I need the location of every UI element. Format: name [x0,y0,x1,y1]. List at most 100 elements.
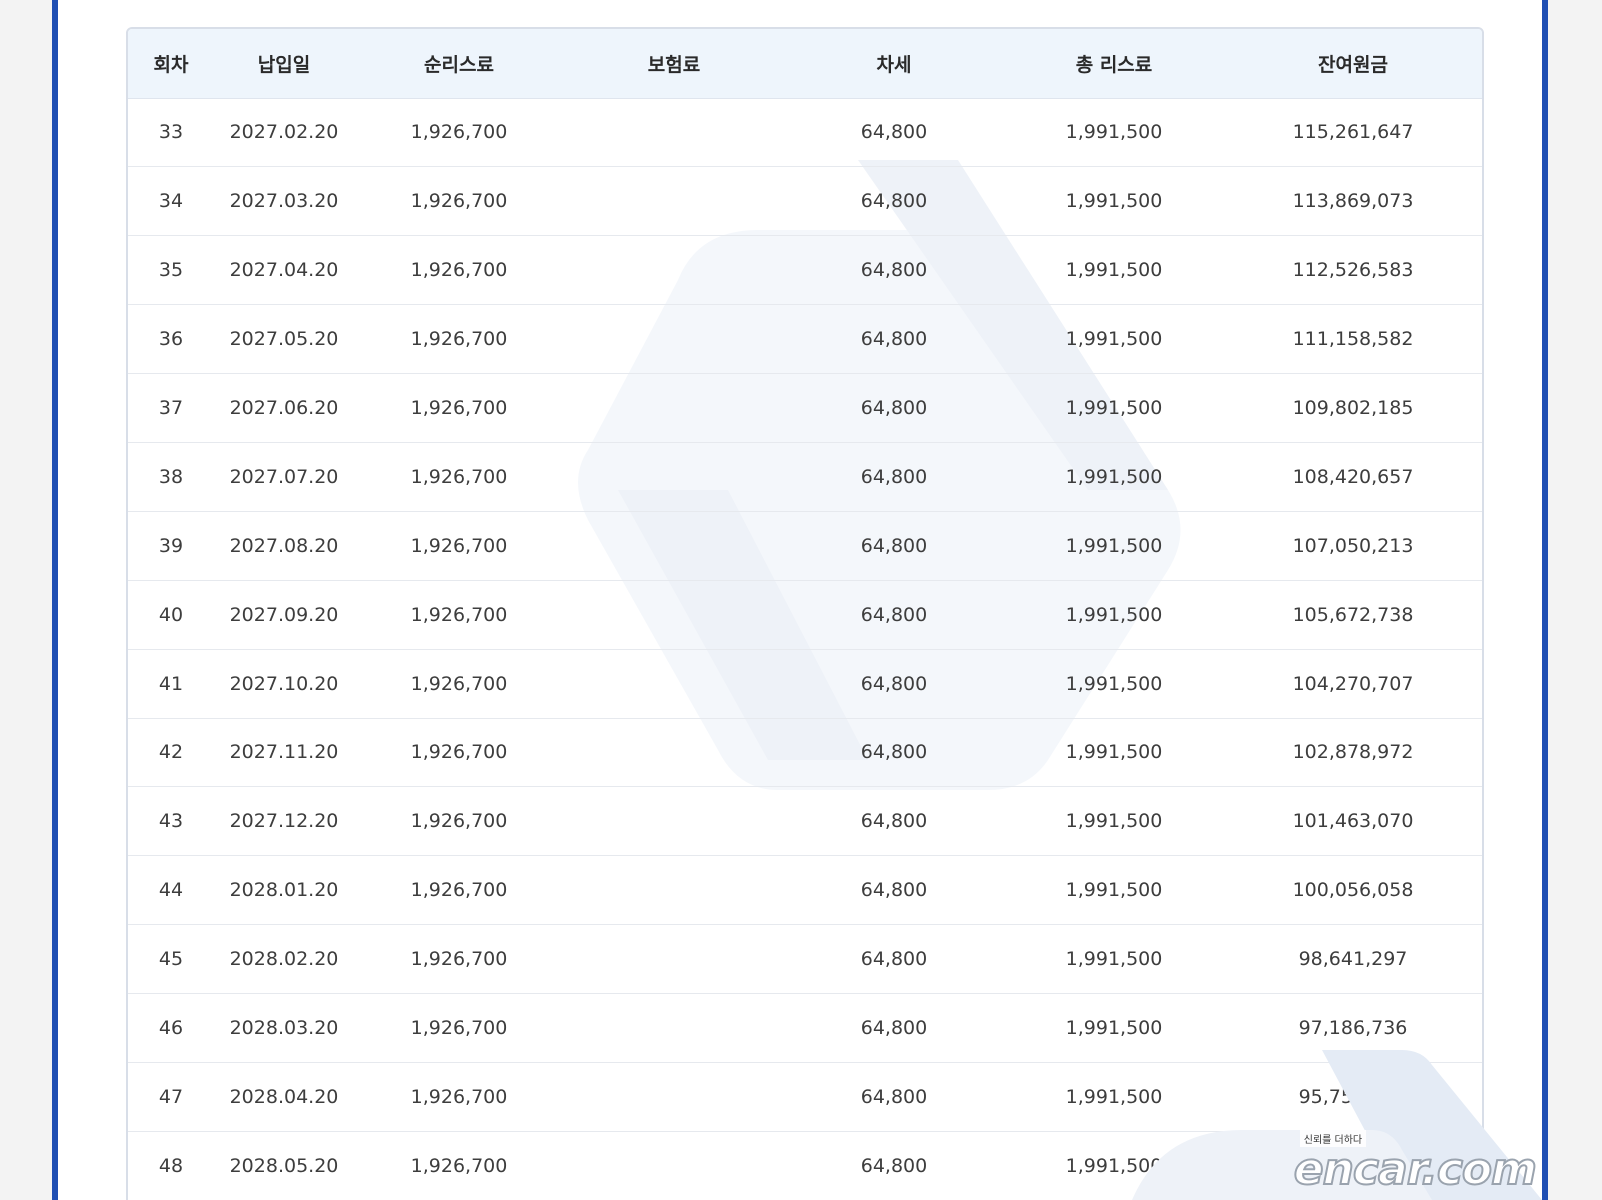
cell-net-lease-fee: 1,926,700 [354,373,564,443]
cell-net-lease-fee: 1,926,700 [354,649,564,719]
table-row: 46 2028.03.20 1,926,700 64,800 1,991,500 97,1… [128,993,1482,1063]
cell-remaining-principal: 115,261,647 [1224,98,1482,168]
cell-net-lease-fee: 1,926,700 [354,304,564,375]
header-net-lease-fee: 순리스료 [354,29,564,99]
cell-installment: 41 [128,649,214,719]
cell-insurance [564,718,784,788]
cell-insurance [564,649,784,719]
cell-payment-date: 2027.09.20 [214,580,354,650]
cell-payment-date: 2028.02.20 [214,924,354,995]
cell-payment-date: 2027.05.20 [214,304,354,375]
cell-vehicle-tax: 64,800 [784,98,1004,168]
header-payment-date: 납입일 [214,29,354,99]
cell-remaining-principal: 111,158,582 [1224,304,1482,375]
cell-remaining-principal: 108,420,657 [1224,442,1482,512]
table-row: 37 2027.06.20 1,926,700 64,800 1,991,500 109,… [128,373,1482,443]
cell-vehicle-tax: 64,800 [784,442,1004,512]
table-row: 38 2027.07.20 1,926,700 64,800 1,991,500 108,… [128,442,1482,512]
cell-payment-date: 2027.07.20 [214,442,354,512]
cell-installment: 42 [128,718,214,788]
cell-total-lease-fee: 1,991,500 [1004,993,1224,1063]
table-row: 33 2027.02.20 1,926,700 64,800 1,991,500 115,… [128,98,1482,168]
cell-total-lease-fee: 1,991,500 [1004,1062,1224,1132]
header-insurance: 보험료 [564,29,784,99]
cell-remaining-principal: 107,050,213 [1224,511,1482,581]
cell-total-lease-fee: 1,991,500 [1004,580,1224,650]
table-row: 41 2027.10.20 1,926,700 64,800 1,991,500 104,… [128,649,1482,719]
cell-net-lease-fee: 1,926,700 [354,1062,564,1132]
cell-insurance [564,1062,784,1132]
cell-total-lease-fee: 1,991,500 [1004,166,1224,237]
table-row: 43 2027.12.20 1,926,700 64,800 1,991,500 101,… [128,786,1482,857]
cell-remaining-principal: 97,186,736 [1224,993,1482,1063]
cell-insurance [564,993,784,1063]
cell-vehicle-tax: 64,800 [784,1062,1004,1132]
cell-insurance [564,1131,784,1200]
cell-installment: 38 [128,442,214,512]
cell-remaining-principal: 98,641,297 [1224,924,1482,995]
cell-vehicle-tax: 64,800 [784,924,1004,995]
cell-total-lease-fee: 1,991,500 [1004,718,1224,788]
table-row: 47 2028.04.20 1,926,700 64,800 1,991,500 95,7… [128,1062,1482,1132]
cell-remaining-principal: 105,672,738 [1224,580,1482,650]
cell-net-lease-fee: 1,926,700 [354,442,564,512]
cell-remaining-principal: 100,056,058 [1224,855,1482,926]
cell-installment: 45 [128,924,214,995]
table-body: 33 2027.02.20 1,926,700 64,800 1,991,500 115,… [128,98,1482,1200]
table-row: 48 2028.05.20 1,926,700 64,800 1,991,500 94,3… [128,1131,1482,1200]
cell-net-lease-fee: 1,926,700 [354,98,564,168]
cell-installment: 37 [128,373,214,443]
cell-remaining-principal: 104,270,707 [1224,649,1482,719]
cell-installment: 33 [128,98,214,168]
cell-remaining-principal: 101,463,070 [1224,786,1482,857]
header-installment: 회차 [128,29,214,99]
table-header-row: 회차 납입일 순리스료 보험료 차세 총 리스료 잔여원금 [128,29,1482,99]
cell-vehicle-tax: 64,800 [784,166,1004,237]
cell-total-lease-fee: 1,991,500 [1004,304,1224,375]
cell-insurance [564,304,784,375]
cell-insurance [564,98,784,168]
cell-installment: 39 [128,511,214,581]
cell-insurance [564,580,784,650]
cell-remaining-principal: 113,869,073 [1224,166,1482,237]
cell-total-lease-fee: 1,991,500 [1004,373,1224,443]
cell-payment-date: 2027.03.20 [214,166,354,237]
cell-insurance [564,442,784,512]
cell-installment: 35 [128,235,214,306]
cell-insurance [564,166,784,237]
cell-payment-date: 2027.08.20 [214,511,354,581]
table-row: 34 2027.03.20 1,926,700 64,800 1,991,500 113,… [128,166,1482,237]
cell-net-lease-fee: 1,926,700 [354,718,564,788]
cell-insurance [564,924,784,995]
cell-payment-date: 2027.02.20 [214,98,354,168]
cell-vehicle-tax: 64,800 [784,235,1004,306]
table-row: 44 2028.01.20 1,926,700 64,800 1,991,500 100,… [128,855,1482,926]
cell-total-lease-fee: 1,991,500 [1004,235,1224,306]
cell-total-lease-fee: 1,991,500 [1004,855,1224,926]
cell-vehicle-tax: 64,800 [784,373,1004,443]
cell-remaining-principal: 112,526,583 [1224,235,1482,306]
cell-installment: 48 [128,1131,214,1200]
cell-net-lease-fee: 1,926,700 [354,993,564,1063]
table-row: 35 2027.04.20 1,926,700 64,800 1,991,500 112,… [128,235,1482,306]
cell-total-lease-fee: 1,991,500 [1004,649,1224,719]
cell-net-lease-fee: 1,926,700 [354,580,564,650]
cell-total-lease-fee: 1,991,500 [1004,786,1224,857]
cell-installment: 34 [128,166,214,237]
cell-payment-date: 2028.03.20 [214,993,354,1063]
cell-vehicle-tax: 64,800 [784,304,1004,375]
cell-net-lease-fee: 1,926,700 [354,924,564,995]
cell-total-lease-fee: 1,991,500 [1004,924,1224,995]
cell-installment: 44 [128,855,214,926]
cell-payment-date: 2027.06.20 [214,373,354,443]
table-header: 회차 납입일 순리스료 보험료 차세 총 리스료 잔여원금 [128,29,1482,99]
page-frame: 회차 납입일 순리스료 보험료 차세 총 리스료 잔여원금 33 2027.02.… [52,0,1548,1200]
cell-remaining-principal: 109,802,185 [1224,373,1482,443]
cell-remaining-principal: 102,878,972 [1224,718,1482,788]
lease-schedule-table: 회차 납입일 순리스료 보험료 차세 총 리스료 잔여원금 33 2027.02.… [128,29,1482,1200]
cell-insurance [564,786,784,857]
cell-payment-date: 2028.01.20 [214,855,354,926]
encar-logo: encar.com [1293,1144,1538,1195]
header-remaining-principal: 잔여원금 [1224,29,1482,99]
lease-schedule-table-container: 회차 납입일 순리스료 보험료 차세 총 리스료 잔여원금 33 2027.02.… [126,27,1484,1200]
